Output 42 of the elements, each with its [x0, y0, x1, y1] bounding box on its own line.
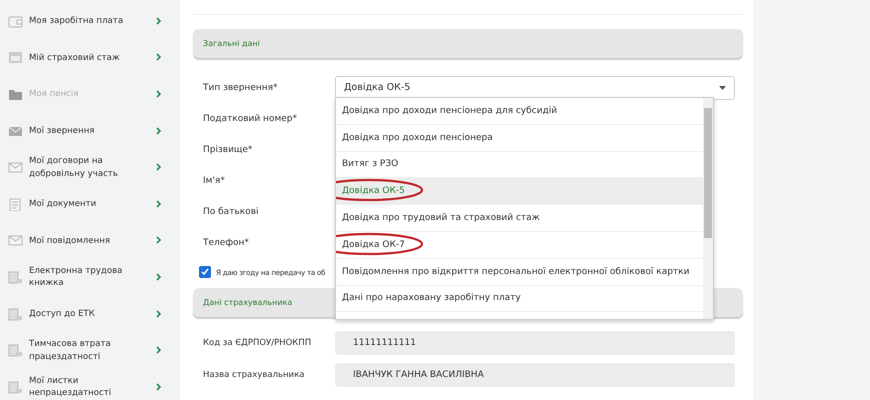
field-label: Ім'я* — [203, 176, 226, 186]
sidebar-item[interactable]: Моя заробітна плата — [0, 3, 170, 40]
field-label: Тип звернення* — [203, 82, 279, 92]
sidebar-item[interactable]: Мої договори на добровільну участь — [0, 149, 170, 186]
sidebar-item[interactable]: Мої повідомлення — [0, 222, 170, 260]
field-label: Телефон* — [203, 238, 250, 248]
sidebar-item[interactable]: Мої звернення — [0, 112, 170, 150]
book-icon — [8, 308, 23, 321]
dropdown-option[interactable]: Повідомлення про відкриття персональної електронної облікової картки — [336, 258, 703, 286]
envelope-icon — [8, 124, 23, 138]
field-label: По батькові — [203, 206, 260, 216]
field-label: Прізвище* — [203, 144, 254, 154]
calendar-icon — [8, 51, 23, 64]
book-icon — [8, 270, 23, 284]
field-label: Назва страхувальника — [203, 370, 306, 380]
readonly-field: ІВАНЧУК ГАННА ВАСИЛІВНА — [335, 363, 735, 387]
folder-icon — [8, 88, 23, 101]
field-label: Код за ЄДРПОУ/РНОКПП — [203, 338, 312, 348]
dropdown-option[interactable]: Довідка ОК-5 — [336, 178, 703, 206]
book-icon — [8, 344, 23, 358]
sidebar-item[interactable]: Мій страховий стаж — [0, 40, 170, 76]
dropdown-option[interactable]: Довідка ОК-7 — [336, 232, 703, 259]
wallet-icon — [8, 14, 23, 28]
sidebar-item[interactable]: Мої листки непрацездатності — [0, 368, 170, 400]
scrollbar[interactable] — [703, 98, 713, 319]
envelope-icon — [8, 161, 23, 174]
dropdown-option[interactable]: Довідка про трудовий та страховий стаж — [336, 205, 703, 232]
book-icon — [8, 380, 23, 394]
document-icon — [8, 198, 23, 211]
readonly-field: 11111111111 — [335, 331, 735, 355]
checkbox[interactable] — [199, 266, 211, 278]
sidebar-item[interactable]: Мої документи — [0, 186, 170, 223]
caret-icon — [719, 86, 726, 90]
field-label: Податковий номер* — [203, 114, 298, 124]
sidebar-item[interactable]: Тимчасова втрата працездатності — [0, 332, 170, 369]
dropdown-option[interactable]: Дані про нараховану заробітну плату — [336, 286, 703, 312]
dropdown-option[interactable]: Довідка про доходи пенсіонера для субсидій — [336, 98, 703, 125]
section-header: Загальні дані — [193, 29, 743, 58]
dropdown-option[interactable]: Довідка про доходи пенсіонера — [336, 124, 703, 152]
sidebar-item[interactable]: Доступ до ЕТК — [0, 296, 170, 332]
envelope-icon — [8, 234, 23, 248]
sidebar-item[interactable]: Електронна трудова книжка — [0, 259, 170, 296]
